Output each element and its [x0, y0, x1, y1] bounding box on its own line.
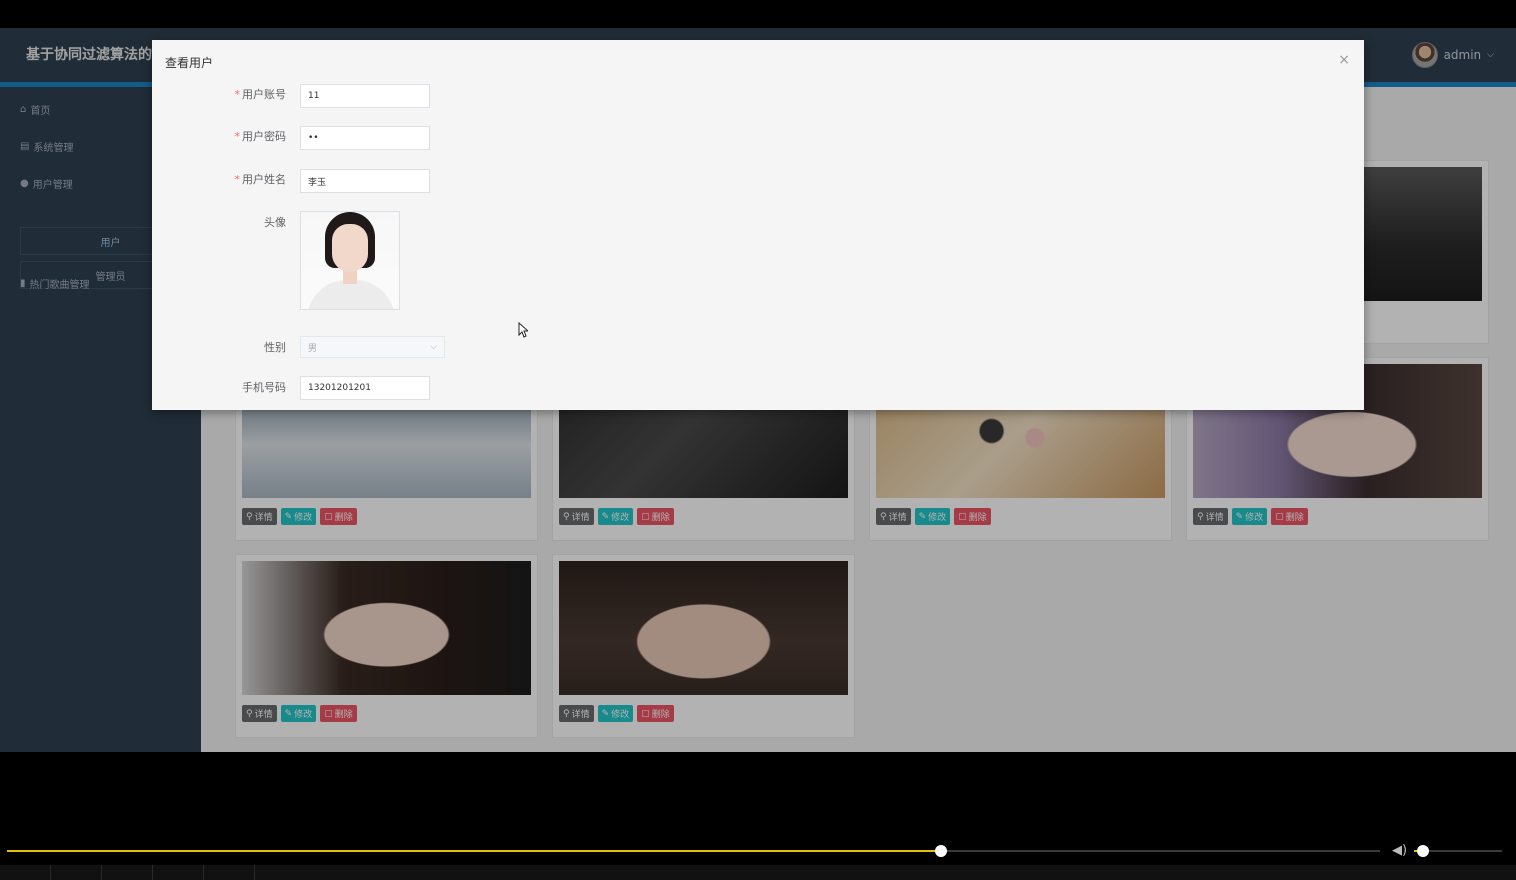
player-strip-segment — [51, 865, 102, 880]
account-field[interactable]: 11 — [300, 84, 430, 108]
gender-value: 男 — [308, 343, 318, 354]
name-field[interactable]: 李玉 — [300, 169, 430, 193]
volume-slider[interactable] — [1414, 845, 1502, 857]
player-strip-segment — [102, 865, 153, 880]
player-strip-segment — [0, 865, 51, 880]
mouse-cursor-icon — [518, 322, 528, 338]
chevron-down-icon: ⌵ — [430, 342, 437, 352]
video-progress-fill — [7, 850, 941, 852]
video-progress-knob[interactable] — [934, 845, 947, 857]
gender-select[interactable]: 男 ⌵ — [300, 336, 445, 358]
player-strip-segment — [204, 865, 255, 880]
avatar-upload[interactable] — [300, 211, 400, 310]
view-user-dialog: 查看用户 × * 用户账号 11 * 用户密码 •• * 用户姓名 李玉 头像 性别 … — [152, 40, 1364, 410]
required-mark: * — [234, 173, 241, 186]
app-frame: 基于协同过滤算法的 admin ⌵ ⌂ 首页 ▤ 系统管理 ● 用户管理 用户 — [0, 28, 1516, 752]
volume-knob[interactable] — [1416, 845, 1429, 857]
close-icon[interactable]: × — [1338, 52, 1350, 68]
password-label: * 用户密码 — [152, 128, 287, 144]
player-bottom-strip — [0, 865, 1516, 880]
password-field[interactable]: •• — [300, 126, 430, 150]
volume-icon[interactable]: ◀) — [1392, 843, 1407, 858]
player-strip-segment — [153, 865, 204, 880]
phone-label: 手机号码 — [242, 381, 286, 394]
avatar-label: 头像 — [264, 216, 286, 229]
phone-field[interactable]: 13201201201 — [300, 376, 430, 400]
label-text: 用户姓名 — [242, 173, 286, 186]
required-mark: * — [234, 88, 241, 101]
dialog-title: 查看用户 — [165, 56, 214, 70]
label-text: 用户账号 — [242, 88, 286, 101]
avatar-image-face — [332, 224, 368, 272]
video-progress-bar[interactable] — [7, 845, 1380, 857]
name-label: * 用户姓名 — [152, 171, 287, 187]
account-label: * 用户账号 — [152, 86, 287, 102]
required-mark: * — [234, 130, 241, 143]
video-player: 基于协同过滤算法的 admin ⌵ ⌂ 首页 ▤ 系统管理 ● 用户管理 用户 — [0, 0, 1516, 880]
gender-label: 性别 — [264, 341, 286, 354]
label-text: 用户密码 — [242, 130, 286, 143]
